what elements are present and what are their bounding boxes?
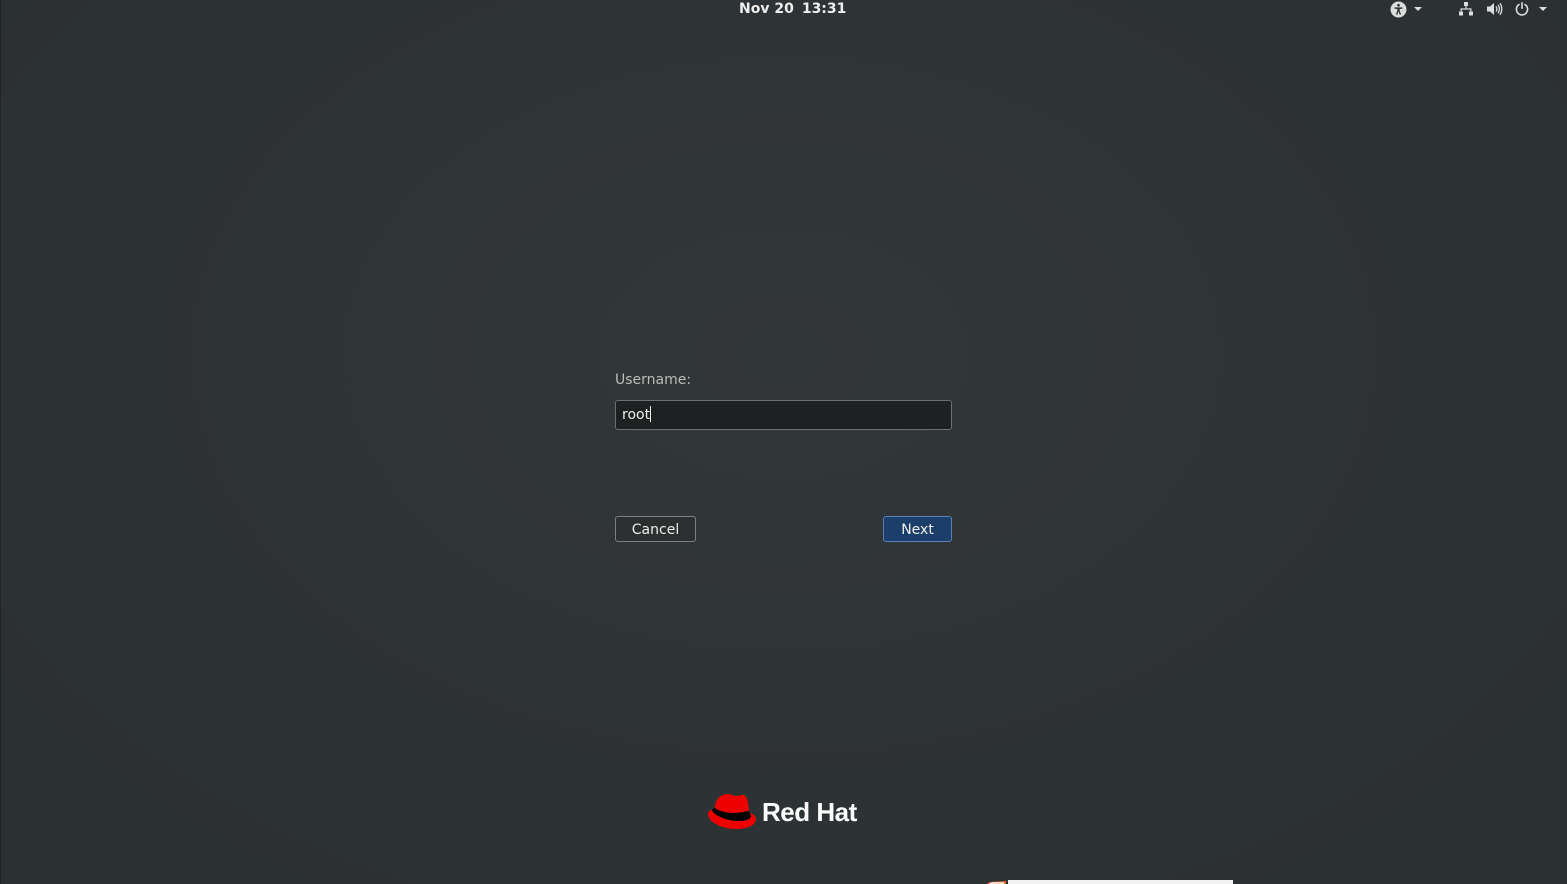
next-button[interactable]: Next	[883, 516, 952, 542]
redhat-logo: Red Hat	[706, 792, 857, 832]
clock-time: 13:31	[801, 1, 847, 17]
cancel-button[interactable]: Cancel	[615, 516, 696, 542]
power-icon	[1515, 2, 1529, 16]
network-icon	[1459, 2, 1473, 16]
username-text: root	[622, 407, 651, 423]
text-cursor	[650, 406, 652, 422]
login-screen: Nov 20 13:31 Username: root Cancel Next …	[0, 0, 1567, 884]
username-value: root	[622, 401, 652, 429]
accessibility-icon	[1390, 1, 1407, 17]
chevron-down-icon	[1414, 7, 1422, 11]
username-input[interactable]: root	[615, 400, 952, 430]
redhat-hat-icon	[708, 794, 756, 829]
notification-banner[interactable]	[1008, 880, 1233, 884]
username-label: Username:	[615, 372, 692, 388]
clock[interactable]: Nov 20 13:31	[739, 0, 846, 18]
top-bar: Nov 20 13:31	[0, 0, 1567, 18]
volume-icon	[1487, 2, 1503, 16]
logo-text: Red Hat	[762, 796, 857, 827]
screen-border	[0, 0, 1, 884]
chevron-down-icon	[1539, 7, 1547, 11]
system-menu[interactable]	[1458, 0, 1547, 18]
notification-icon	[976, 876, 1008, 884]
accessibility-menu[interactable]	[1390, 0, 1422, 18]
clock-date: Nov 20	[739, 1, 794, 17]
